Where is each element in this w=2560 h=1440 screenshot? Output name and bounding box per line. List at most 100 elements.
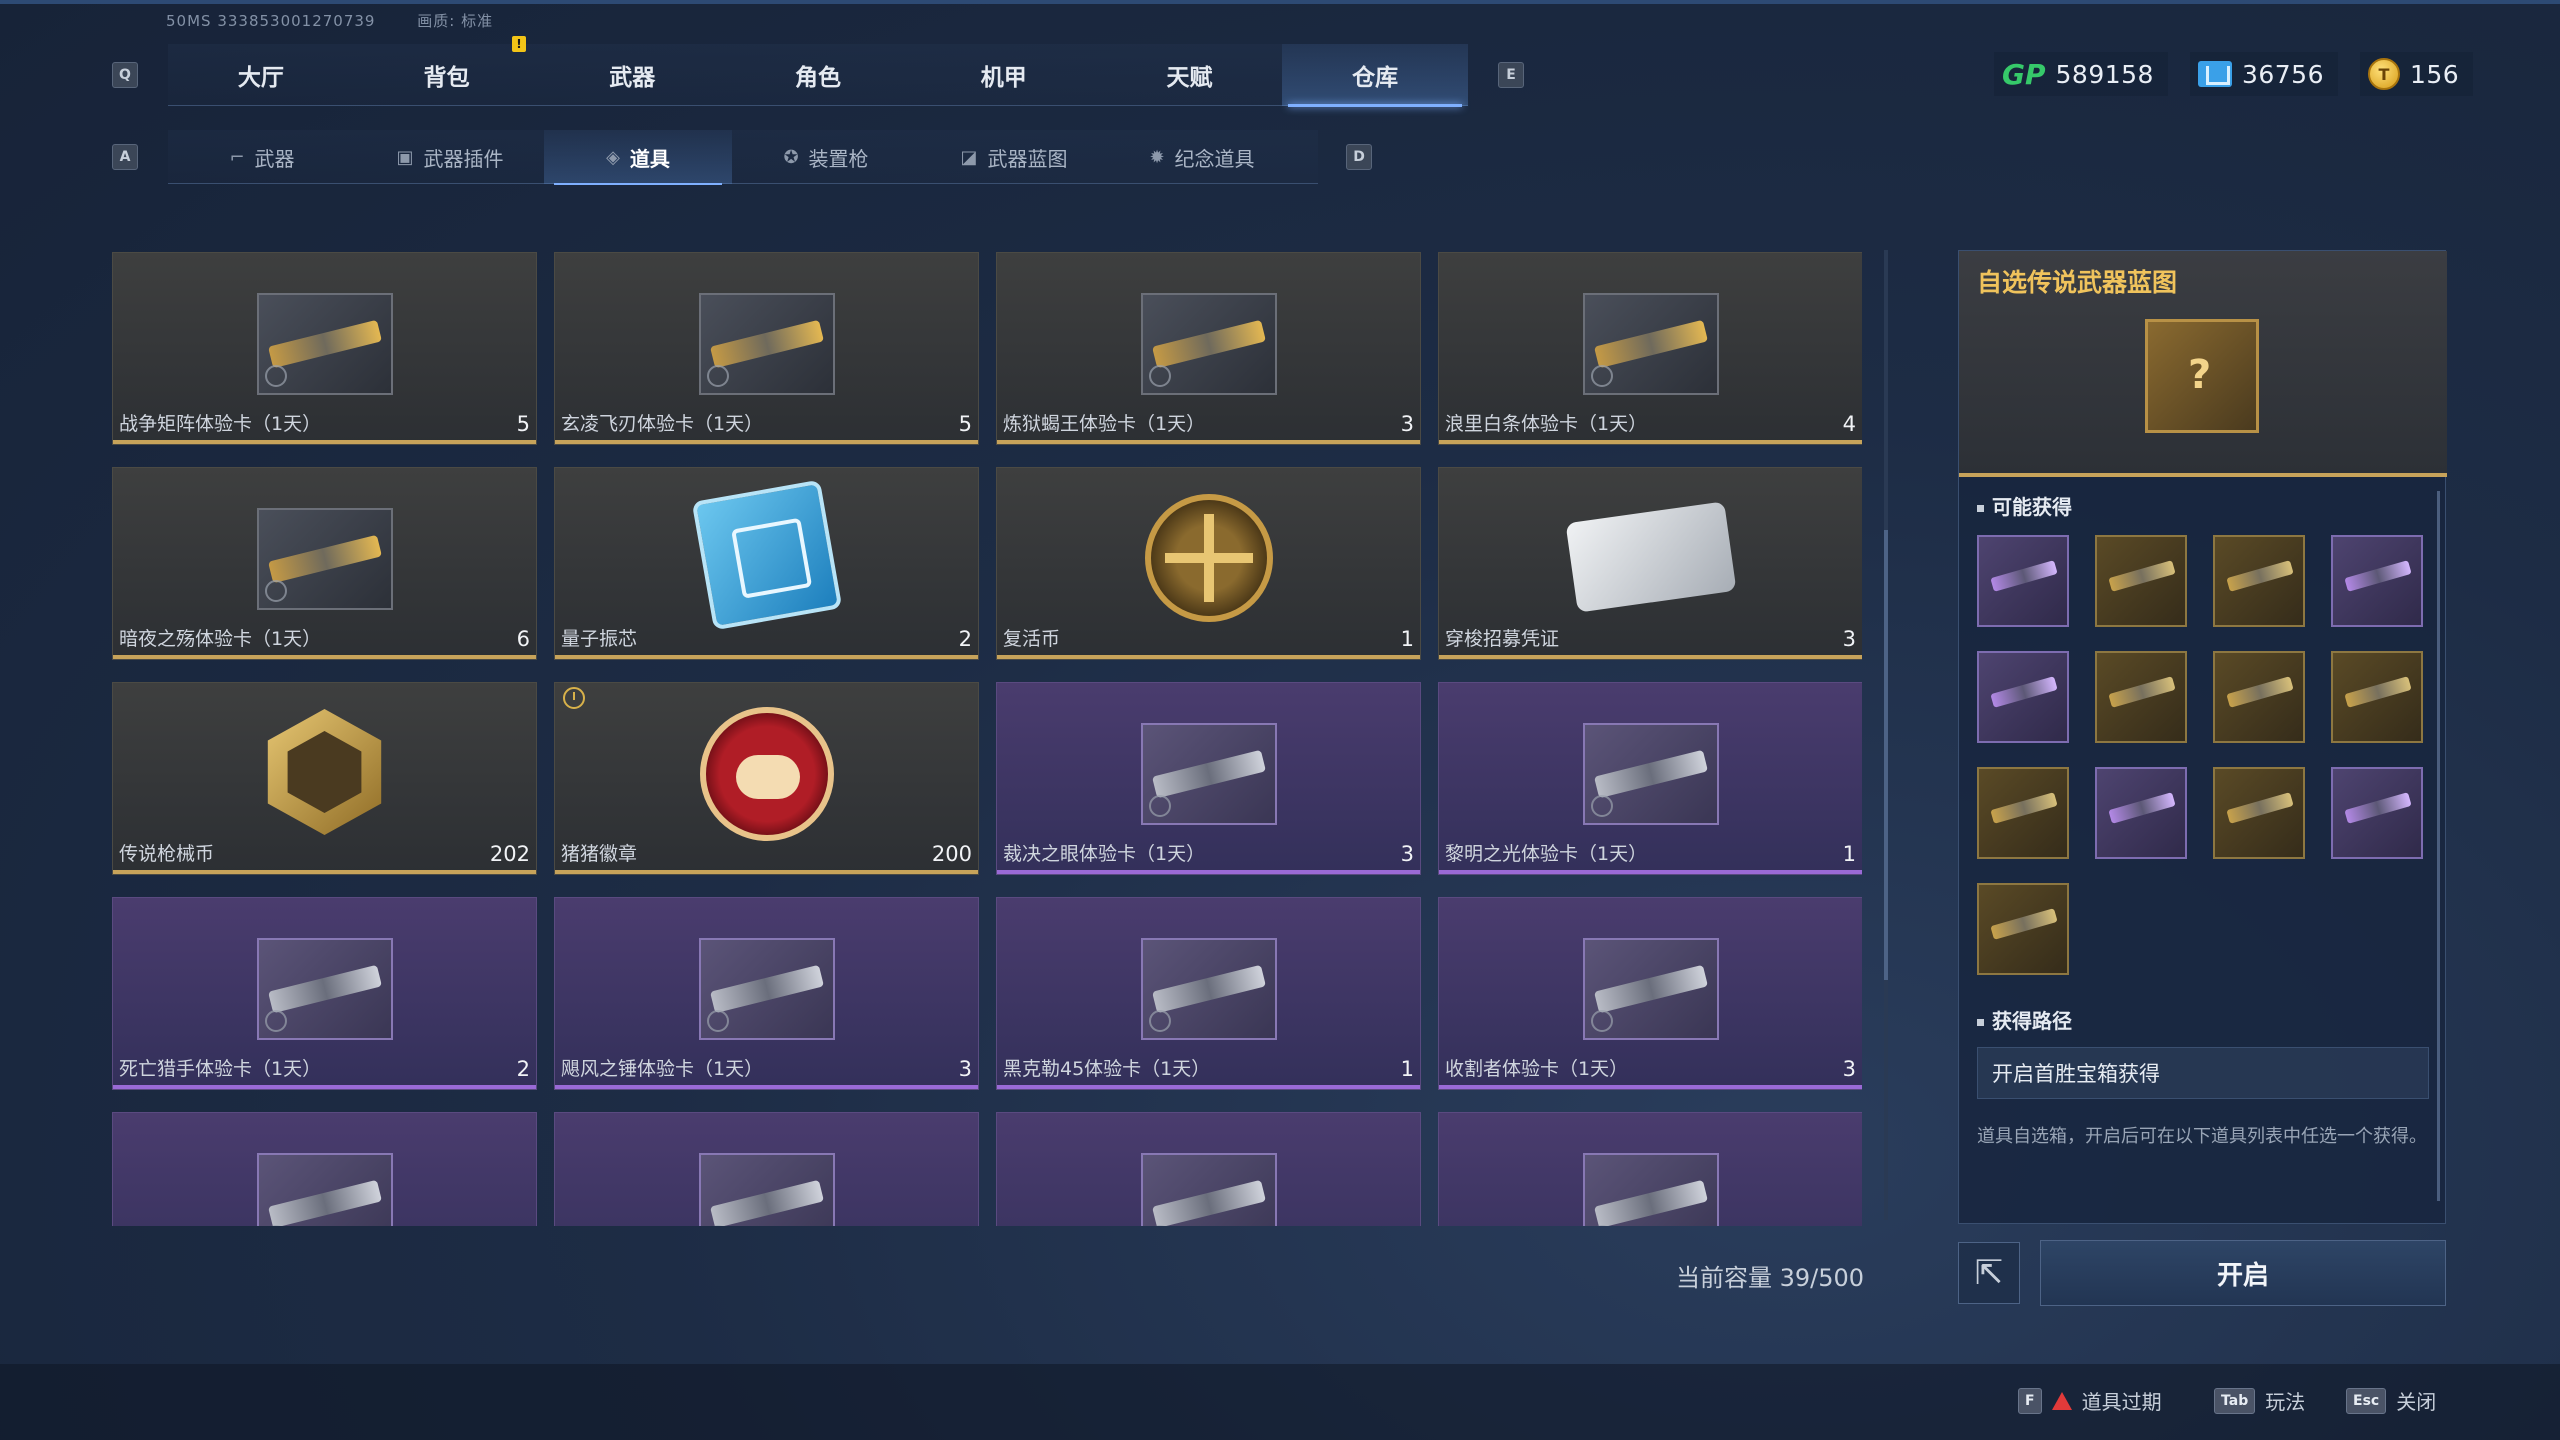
item-card[interactable]: 穿梭招募凭证 3: [1438, 467, 1862, 660]
item-card[interactable]: [554, 1112, 979, 1226]
item-card[interactable]: 炼狱蝎王体验卡（1天） 3: [996, 252, 1421, 445]
item-card[interactable]: 玄凌飞刃体验卡（1天） 5: [554, 252, 979, 445]
key-d[interactable]: D: [1346, 144, 1372, 170]
trial-clock-icon: [706, 365, 729, 387]
hint-expired[interactable]: F 道具过期: [2018, 1386, 2162, 1415]
warning-icon: [2051, 1391, 2072, 1410]
possible-reward-item[interactable]: [2213, 651, 2305, 743]
item-card[interactable]: 飓风之锤体验卡（1天） 3: [554, 897, 979, 1090]
possible-reward-item[interactable]: [2331, 767, 2423, 859]
possible-reward-item[interactable]: [2213, 767, 2305, 859]
item-card[interactable]: [112, 1112, 537, 1226]
hint-gameplay[interactable]: Tab 玩法: [2214, 1386, 2305, 1415]
item-count: 5: [516, 412, 530, 436]
item-card[interactable]: 死亡猎手体验卡（1天） 2: [112, 897, 537, 1090]
item-card[interactable]: 传说枪械币 202: [112, 682, 537, 875]
possible-reward-item[interactable]: [2095, 535, 2187, 627]
tab-lobby[interactable]: 大厅: [168, 44, 354, 106]
possible-reward-item[interactable]: [1977, 883, 2069, 975]
weapon-thumbnail: [698, 293, 835, 395]
open-button[interactable]: 开启: [2040, 1240, 2446, 1306]
currency-gold[interactable]: T 156: [2359, 52, 2474, 96]
item-card[interactable]: 裁决之眼体验卡（1天） 3: [996, 682, 1421, 875]
sub-tab-bar: ⌐ 武器 ▣ 武器插件 ◈ 道具 ✪ 装置枪 ◪ 武器蓝图 ✹ 纪念道具: [168, 130, 1318, 185]
key-a[interactable]: A: [112, 144, 138, 170]
weapon-icon: [267, 964, 382, 1014]
weapon-icon: [1151, 749, 1266, 799]
weapon-thumbnail: [698, 1153, 835, 1226]
subtab-items[interactable]: ◈ 道具: [544, 130, 732, 185]
weapon-icon: [1151, 319, 1266, 369]
tab-talents[interactable]: 天赋: [1097, 44, 1283, 106]
medal-icon: ✹: [1149, 146, 1165, 168]
item-card[interactable]: 浪里白条体验卡（1天） 4: [1438, 252, 1862, 445]
item-tag-icon: ◈: [606, 146, 620, 168]
tab-characters[interactable]: 角色: [725, 44, 911, 106]
gold-coin-value: 156: [2409, 59, 2460, 89]
possible-reward-item[interactable]: [1977, 767, 2069, 859]
build-info: 50MS 333853001270739 画质: 标准: [166, 10, 529, 31]
item-card[interactable]: 黑克勒45体验卡（1天） 1: [996, 897, 1421, 1090]
grid-scroll-thumb[interactable]: [1884, 530, 1888, 980]
possible-reward-item[interactable]: [2213, 535, 2305, 627]
item-description: 道具自选箱，开启后可在以下道具列表中任选一个获得。: [1977, 1126, 2427, 1147]
currency-card[interactable]: 36756: [2189, 52, 2338, 96]
item-name: 浪里白条体验卡（1天）: [1445, 413, 1648, 435]
item-card[interactable]: 量子振芯 2: [554, 467, 979, 660]
key-q[interactable]: Q: [112, 62, 138, 88]
item-card[interactable]: 黎明之光体验卡（1天） 1: [1438, 682, 1862, 875]
item-card[interactable]: 暗夜之殇体验卡（1天） 6: [112, 467, 537, 660]
item-card[interactable]: 战争矩阵体验卡（1天） 5: [112, 252, 537, 445]
subtab-weapons[interactable]: ⌐ 武器: [168, 130, 356, 184]
subtab-attachments[interactable]: ▣ 武器插件: [356, 130, 544, 184]
currency-gp[interactable]: GP 589158: [1994, 52, 2168, 96]
subtab-souvenirs[interactable]: ✹ 纪念道具: [1108, 130, 1296, 184]
tab-weapons[interactable]: 武器: [539, 44, 725, 106]
item-name: 黎明之光体验卡（1天）: [1445, 843, 1648, 865]
subtab-device-guns[interactable]: ✪ 装置枪: [732, 130, 920, 184]
trial-clock-icon: [1590, 1010, 1613, 1032]
item-card[interactable]: 复活币 1: [996, 467, 1421, 660]
hint-key: F: [2018, 1387, 2042, 1414]
blueprint-icon: ◪: [960, 146, 978, 168]
item-card[interactable]: 收割者体验卡（1天） 3: [1438, 897, 1862, 1090]
share-icon: ⇱: [1974, 1253, 2004, 1293]
tab-warehouse[interactable]: 仓库: [1282, 44, 1469, 107]
capacity-label: 当前容量 39/500: [1676, 1264, 1865, 1292]
bottom-hint-bar: [0, 1364, 2560, 1440]
tab-mecha[interactable]: 机甲: [911, 44, 1097, 106]
revive-coin-icon: [1144, 494, 1273, 622]
acquire-route-title: 获得路径: [1977, 1005, 2072, 1034]
item-count: 2: [516, 1057, 530, 1081]
weapon-icon: [709, 964, 824, 1014]
item-count: 3: [958, 1057, 972, 1081]
card-currency-value: 36756: [2241, 59, 2324, 89]
item-count: 1: [1400, 627, 1414, 651]
possible-reward-item[interactable]: [2331, 651, 2423, 743]
item-card[interactable]: 猪猪徽章 200: [554, 682, 979, 875]
weapon-thumbnail: [1582, 293, 1719, 395]
grid-scrollbar[interactable]: [1884, 250, 1888, 1220]
weapon-icon: [1593, 749, 1708, 799]
build-id: 50MS 333853001270739: [166, 12, 376, 30]
possible-reward-item[interactable]: [2331, 535, 2423, 627]
trial-clock-icon: [706, 1010, 729, 1032]
possible-reward-item[interactable]: [1977, 535, 2069, 627]
possible-reward-item[interactable]: [1977, 651, 2069, 743]
share-button[interactable]: ⇱: [1958, 1242, 2020, 1304]
possible-reward-item[interactable]: [2095, 767, 2187, 859]
detail-scrollbar[interactable]: [2437, 491, 2440, 1201]
item-name: 黑克勒45体验卡（1天）: [1003, 1058, 1211, 1080]
key-e[interactable]: E: [1498, 62, 1524, 88]
gold-coin-icon: T: [2367, 58, 2400, 90]
recruit-ticket-icon: [1565, 501, 1736, 613]
hint-label: 玩法: [2265, 1390, 2306, 1414]
item-count: 1: [1842, 842, 1856, 866]
item-card[interactable]: [1438, 1112, 1862, 1226]
gp-icon: GP: [2002, 57, 2046, 91]
possible-reward-item[interactable]: [2095, 651, 2187, 743]
subtab-blueprints[interactable]: ◪ 武器蓝图: [920, 130, 1108, 184]
tab-backpack[interactable]: 背包: [354, 44, 540, 106]
item-card[interactable]: [996, 1112, 1421, 1226]
hint-close[interactable]: Esc 关闭: [2346, 1386, 2436, 1415]
